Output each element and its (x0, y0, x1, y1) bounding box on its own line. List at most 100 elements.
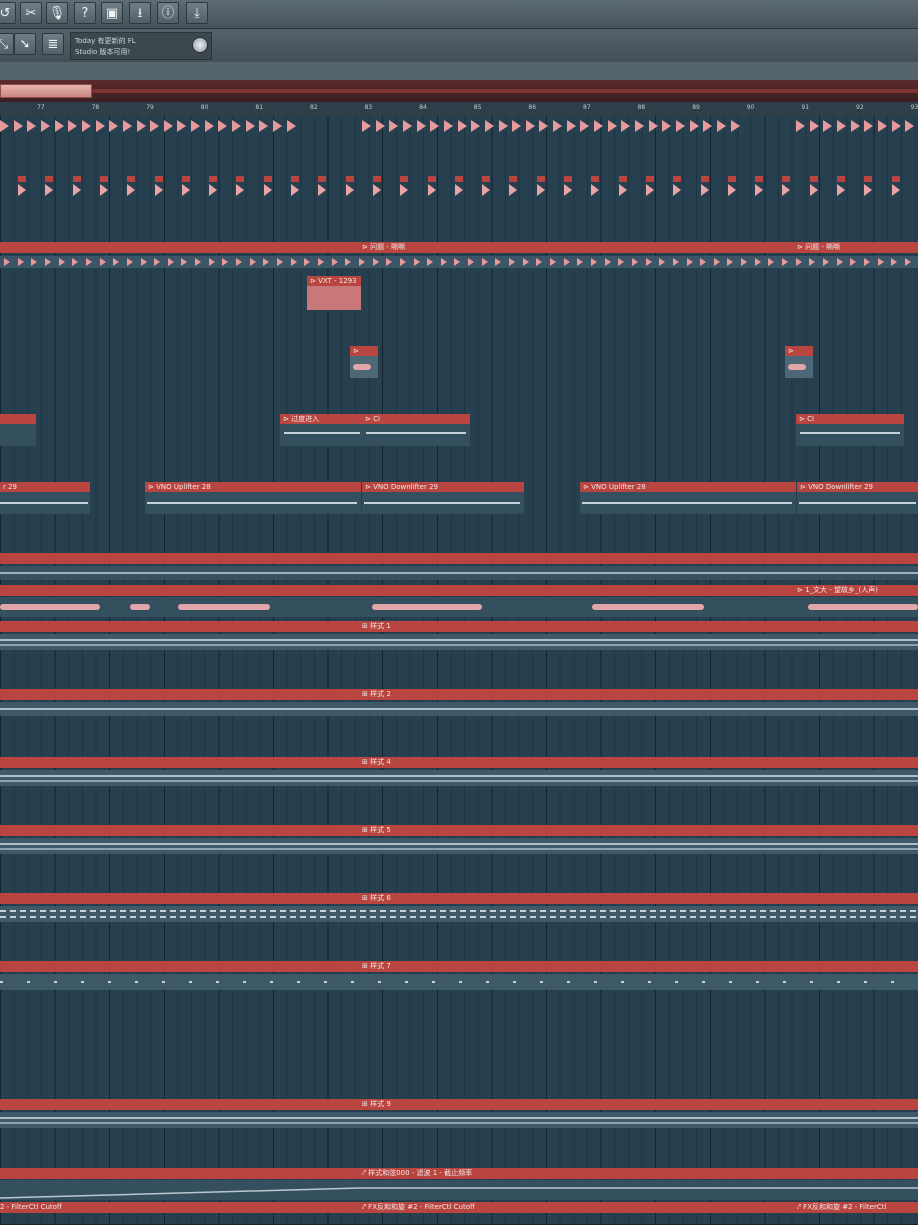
track-row[interactable] (0, 1027, 918, 1096)
pattern-note (689, 120, 699, 132)
pattern-notes (0, 906, 918, 922)
marker-clip[interactable] (236, 176, 245, 198)
pattern-notes (0, 770, 918, 786)
tick-mark (741, 258, 748, 266)
audio-clip[interactable]: ⊳ VNO Uplifter 28 (145, 482, 361, 514)
marker-clip[interactable] (18, 176, 26, 198)
scrollbar-highlight (92, 89, 918, 93)
pattern-band[interactable]: ⊞ 样式 5 (0, 825, 918, 836)
scrollbar-thumb[interactable] (0, 84, 92, 98)
ruler-bar-label: 90 (746, 104, 755, 111)
marker-clip[interactable] (372, 176, 381, 198)
marker-clip[interactable] (782, 176, 791, 198)
cursor-icon[interactable]: ➘ (14, 33, 36, 55)
marker-clip[interactable] (99, 176, 108, 198)
marker-clip[interactable] (536, 176, 545, 198)
pattern-band[interactable]: ⊞ 样式 1 (0, 621, 918, 632)
marker-clip[interactable] (181, 176, 190, 198)
marker-clip[interactable] (864, 176, 873, 198)
help-icon[interactable]: ? (74, 2, 96, 24)
marker-clip[interactable] (318, 176, 327, 198)
clip-band[interactable]: ⊳ 1_文大 - 望故乡_(人声) (0, 585, 918, 596)
audio-clip[interactable]: r 29 (0, 482, 90, 514)
microphone-icon[interactable]: 🎙 (46, 2, 68, 24)
timeline-ruler[interactable]: 77 78 79 80 81 82 83 84 85 86 87 88 89 90 91 92 93 (0, 102, 918, 117)
marker-clip[interactable] (454, 176, 463, 198)
marker-clip[interactable] (509, 176, 518, 198)
marker-clip[interactable] (127, 176, 136, 198)
tick-mark (358, 258, 365, 266)
pattern-note (163, 120, 173, 132)
marker-clip[interactable] (837, 176, 845, 198)
audio-clip[interactable]: ⊳ VXT - 1293 (307, 276, 361, 310)
pattern-note (457, 120, 467, 132)
marker-clip[interactable] (618, 176, 627, 198)
marker-clip[interactable] (645, 176, 654, 198)
master-knob[interactable] (192, 37, 208, 53)
marker-clip[interactable] (400, 176, 409, 198)
tick-mark (222, 258, 229, 266)
pattern-note (191, 120, 201, 132)
audio-clip[interactable] (0, 414, 36, 446)
track-row[interactable] (0, 307, 918, 376)
marker-clip[interactable] (809, 176, 818, 198)
tick-mark (672, 258, 679, 266)
marker-clip[interactable] (209, 176, 218, 198)
pattern-band[interactable]: ⊞ 样式 4 (0, 757, 918, 768)
tick-mark (181, 258, 188, 266)
marker-clip[interactable] (564, 176, 572, 198)
audio-clip[interactable]: ⊳ Cl (796, 414, 904, 446)
pattern-note (675, 120, 685, 132)
ruler-bar-label: 87 (583, 104, 591, 111)
tick-mark (495, 258, 502, 266)
list-icon[interactable]: ≣ (42, 33, 64, 55)
marker-clip[interactable] (700, 176, 709, 198)
marker-clip[interactable] (427, 176, 436, 198)
marker-clip[interactable] (263, 176, 272, 198)
marker-clip[interactable] (727, 176, 736, 198)
marker-clip[interactable] (755, 176, 764, 198)
marker-clip[interactable] (154, 176, 163, 198)
audio-clip[interactable]: ⊳ Cl (362, 414, 470, 446)
export-icon[interactable]: ⭳ (129, 2, 151, 24)
marker-clip[interactable] (72, 176, 81, 198)
tick-mark (236, 258, 243, 266)
marker-clip[interactable] (345, 176, 354, 198)
pattern-note (389, 120, 399, 132)
pattern-note (136, 120, 146, 132)
audio-clip[interactable]: ⊳ 过度进入 (280, 414, 362, 446)
pattern-note (109, 120, 119, 132)
marker-clip[interactable] (291, 176, 299, 198)
tick-mark (249, 258, 256, 266)
cut-icon[interactable]: ✂ (20, 2, 42, 24)
pattern-band[interactable]: ⊞ 样式 7 (0, 961, 918, 972)
pattern-band[interactable]: ⊞ 样式 6 (0, 893, 918, 904)
tick-mark (891, 258, 898, 266)
tick-mark (17, 258, 24, 266)
automation-band[interactable]: 2 - FilterCtl Cutoff ⤤ FX反和和旋 #2 - Filte… (0, 1202, 918, 1213)
clip-band[interactable] (0, 553, 918, 564)
marker-clip[interactable] (891, 176, 900, 198)
marker-lane (0, 174, 918, 204)
pattern-note (95, 120, 105, 132)
pattern-band[interactable]: ⊞ 样式 9 (0, 1099, 918, 1110)
marker-clip[interactable] (591, 176, 600, 198)
download-icon[interactable]: ⤓ (186, 2, 208, 24)
marker-clip[interactable] (482, 176, 491, 198)
audio-clip[interactable]: ⊳ (350, 346, 378, 378)
audio-clip[interactable]: ⊳ VNO Downlifter 29 (362, 482, 524, 514)
audio-clip[interactable]: ⊳ VNO Downlifter 29 (797, 482, 918, 514)
marker-clip[interactable] (45, 176, 54, 198)
save-icon[interactable]: ▣ (101, 2, 123, 24)
pattern-band[interactable]: ⊞ 样式 2 (0, 689, 918, 700)
tool-icon[interactable]: ⤡ (0, 33, 14, 55)
undo-icon[interactable]: ↺ (0, 2, 16, 24)
audio-clip[interactable]: ⊳ (785, 346, 813, 378)
marker-clip[interactable] (673, 176, 682, 198)
tick-mark (195, 258, 202, 266)
pattern-note (823, 120, 833, 132)
info-icon[interactable]: ⓘ (157, 2, 179, 24)
clip-band[interactable]: ⊳ 问题 - 嘶嘶 ⊳ 问题 - 嘶嘶 (0, 242, 918, 253)
automation-band[interactable]: ⤤ 样式和弦000 - 滤波 1 - 截止频率 (0, 1168, 918, 1179)
audio-clip[interactable]: ⊳ VNO Uplifter 28 (580, 482, 796, 514)
